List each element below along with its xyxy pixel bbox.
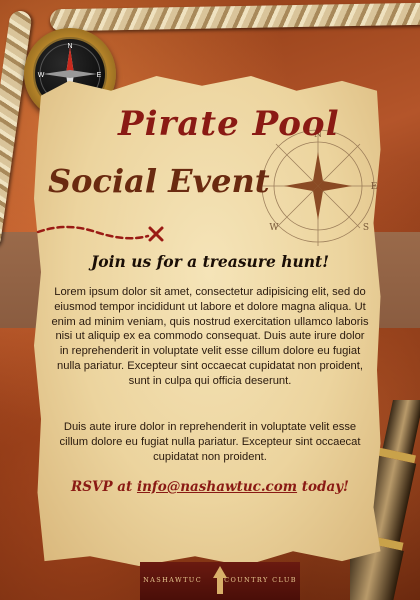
compass-face-n: N <box>67 43 72 50</box>
rose-label-w: W <box>269 223 279 233</box>
rose-label-s: S <box>363 223 369 233</box>
arrowhead-logo-icon <box>213 566 227 594</box>
compass-face-w: W <box>38 72 45 79</box>
compass-face-e: E <box>97 72 102 79</box>
body-paragraph-2: Duis aute irure dolor in reprehenderit i… <box>59 421 361 463</box>
body-paragraph-1: Lorem ipsum dolor sit amet, consectetur … <box>51 286 369 387</box>
event-title-line2: Social Event <box>48 162 270 200</box>
headline: Join us for a treasure hunt! <box>90 252 330 271</box>
rsvp-prefix: RSVP at <box>71 479 137 495</box>
footer-name-right: Country Club <box>224 576 297 584</box>
footer-banner: Nashawtuc Country Club <box>140 562 300 600</box>
event-title-line1: Pirate Pool <box>118 104 340 144</box>
rsvp-line: RSVP at info@nashawtuc.com today! <box>40 479 380 495</box>
rsvp-suffix: today! <box>297 479 349 495</box>
rsvp-email-link[interactable]: info@nashawtuc.com <box>137 479 297 495</box>
footer-name-left: Nashawtuc <box>143 576 203 584</box>
rose-label-e: E <box>371 182 378 192</box>
treasure-path-icon <box>36 225 164 242</box>
